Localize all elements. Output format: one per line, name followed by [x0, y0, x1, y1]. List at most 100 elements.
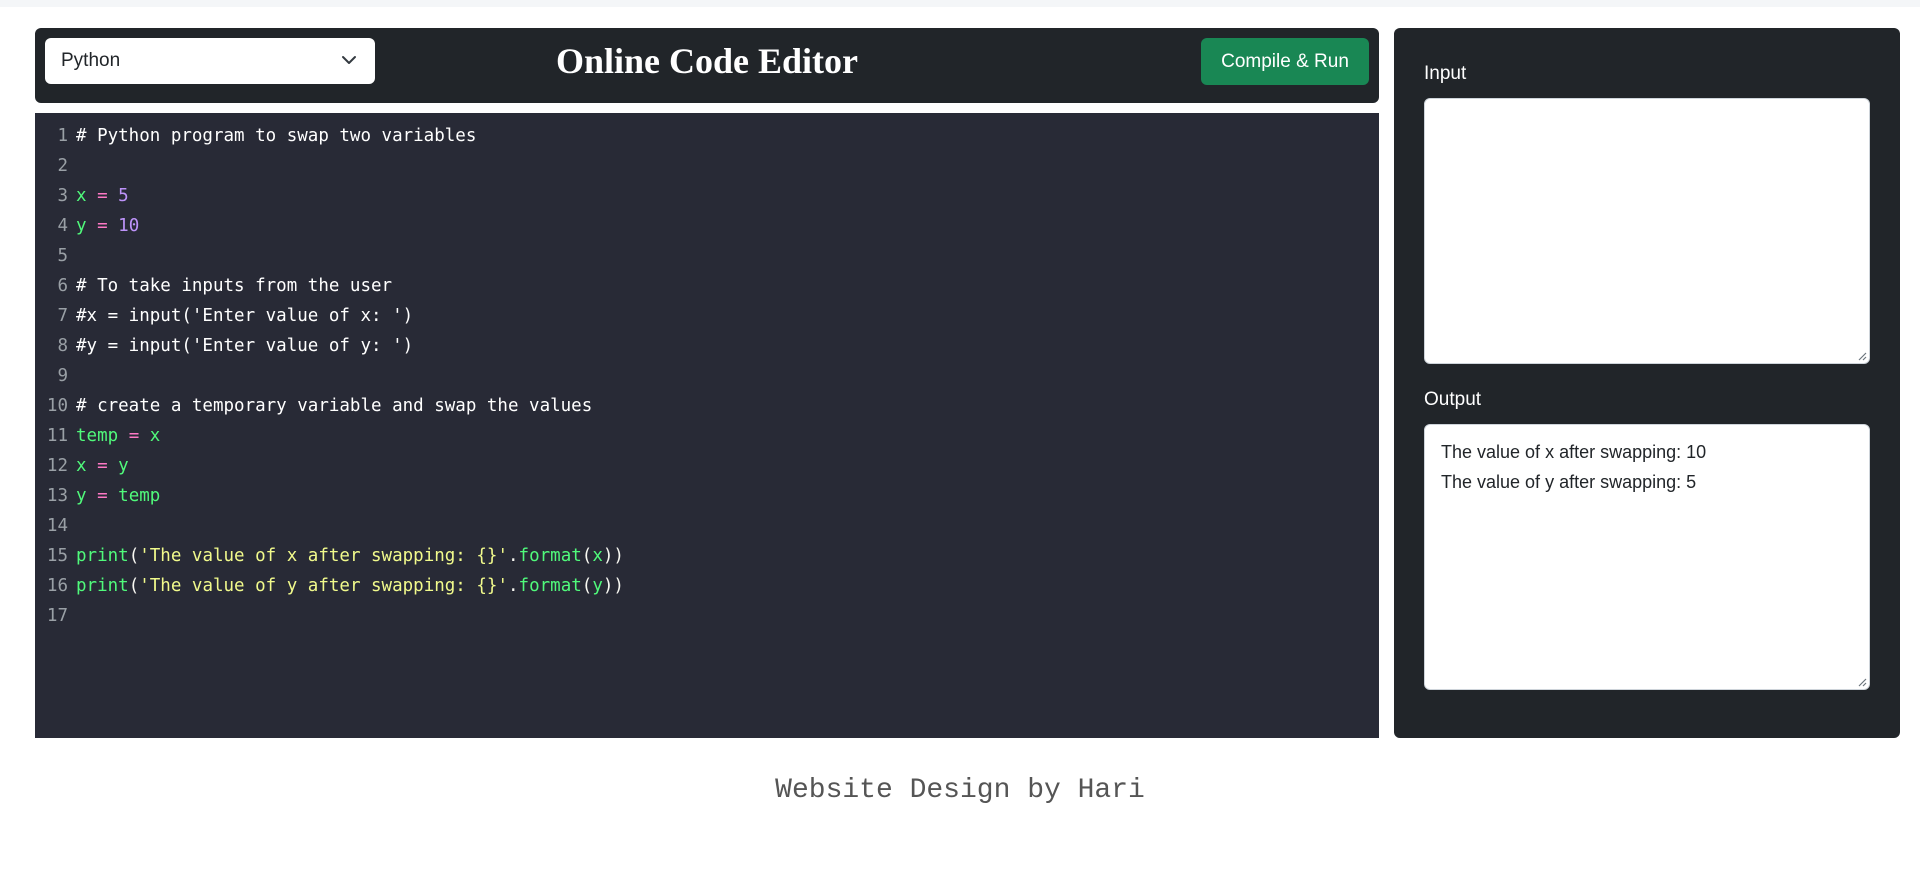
- code-line: 2: [35, 151, 1379, 181]
- code-line: 8 #y = input('Enter value of y: '): [35, 331, 1379, 361]
- code-line: 1 # Python program to swap two variables: [35, 121, 1379, 151]
- code-token: =: [86, 186, 119, 206]
- line-number: 5: [57, 246, 68, 266]
- line-source: temp = x: [76, 421, 160, 451]
- top-strip: [0, 0, 1920, 7]
- line-number: 14: [46, 516, 68, 536]
- code-token: y: [76, 486, 87, 506]
- line-source: #x = input('Enter value of x: '): [76, 301, 413, 331]
- code-token: y: [592, 576, 603, 596]
- code-token: )): [602, 576, 624, 596]
- code-line: 16 print('The value of y after swapping: …: [35, 571, 1379, 601]
- line-number: 10: [46, 396, 68, 416]
- resize-grip-icon[interactable]: [1855, 349, 1867, 361]
- code-token: format: [518, 576, 582, 596]
- line-number: 15: [46, 546, 68, 566]
- code-editor[interactable]: 1 # Python program to swap two variables 2…: [35, 113, 1379, 738]
- line-number: 11: [46, 426, 68, 446]
- line-number: 16: [46, 576, 68, 596]
- code-line: 10 # create a temporary variable and swap…: [35, 391, 1379, 421]
- line-source: print('The value of x after swapping: {}…: [76, 541, 624, 571]
- output-textarea[interactable]: The value of x after swapping: 10 The va…: [1424, 424, 1870, 690]
- code-token: format: [518, 546, 582, 566]
- line-number: 6: [57, 276, 68, 296]
- input-textarea[interactable]: [1424, 98, 1870, 364]
- code-token: #y = input('Enter value of y: '): [76, 336, 414, 356]
- line-source: # Python program to swap two variables: [76, 121, 476, 151]
- line-number: 4: [57, 216, 68, 236]
- line-source: x = y: [76, 451, 129, 481]
- chevron-down-icon: [342, 56, 356, 64]
- output-line: The value of x after swapping: 10: [1441, 442, 1707, 462]
- input-label: Input: [1424, 63, 1467, 84]
- code-token: x: [592, 546, 603, 566]
- line-number: 2: [57, 156, 68, 176]
- code-token: 10: [118, 216, 140, 236]
- compile-run-button[interactable]: Compile & Run: [1201, 38, 1369, 85]
- code-token: y: [76, 216, 87, 236]
- code-line: 4y = 10: [35, 211, 1379, 241]
- code-token: (: [128, 546, 140, 566]
- line-source: y = temp: [76, 481, 160, 511]
- code-token: print: [76, 576, 129, 596]
- code-lines: 1 # Python program to swap two variables 2…: [35, 121, 1379, 631]
- code-line: 11 temp = x: [35, 421, 1379, 451]
- editor-header: Python Online Code Editor Compile & Run: [35, 28, 1379, 103]
- code-token: =: [86, 456, 119, 476]
- resize-grip-icon[interactable]: [1855, 675, 1867, 687]
- code-token: 5: [118, 186, 129, 206]
- code-token: x: [149, 426, 161, 446]
- line-source: print('The value of y after swapping: {}…: [76, 571, 624, 601]
- code-token: x: [76, 456, 87, 476]
- line-number: 12: [46, 456, 68, 476]
- code-line: 12 x = y: [35, 451, 1379, 481]
- code-line: 3x = 5: [35, 181, 1379, 211]
- line-number: 9: [57, 366, 68, 386]
- code-line: 6 # To take inputs from the user: [35, 271, 1379, 301]
- line-number: 13: [46, 486, 68, 506]
- code-token: #x = input('Enter value of x: '): [76, 306, 414, 326]
- code-token: # create a temporary variable and swap t…: [76, 396, 593, 416]
- line-source: # To take inputs from the user: [76, 271, 392, 301]
- line-number: 3: [57, 186, 68, 206]
- code-line: 13 y = temp: [35, 481, 1379, 511]
- code-line: 14: [35, 511, 1379, 541]
- code-line: 15 print('The value of x after swapping: …: [35, 541, 1379, 571]
- code-line: 7 #x = input('Enter value of x: '): [35, 301, 1379, 331]
- output-line: The value of y after swapping: 5: [1441, 472, 1697, 492]
- line-source: x = 5: [76, 181, 129, 211]
- line-number: 1: [57, 126, 68, 146]
- output-label: Output: [1424, 389, 1482, 410]
- io-panel: Input Output The value of x after swappi…: [1394, 28, 1900, 738]
- code-token: 'The value of y after swapping: {}': [139, 576, 508, 596]
- footer-credit: Website Design by Hari: [775, 775, 1145, 806]
- code-token: print: [76, 546, 129, 566]
- line-source: y = 10: [76, 211, 139, 241]
- code-token: =: [118, 426, 150, 446]
- code-token: =: [86, 216, 119, 236]
- code-line: 17: [35, 601, 1379, 631]
- code-line: 9: [35, 361, 1379, 391]
- code-token: temp: [76, 426, 119, 446]
- code-token: (: [581, 576, 593, 596]
- code-token: .: [508, 546, 519, 566]
- code-token: 'The value of x after swapping: {}': [139, 546, 508, 566]
- code-token: )): [602, 546, 624, 566]
- code-token: y: [118, 456, 129, 476]
- line-number: 8: [57, 336, 68, 356]
- code-token: # To take inputs from the user: [76, 276, 393, 296]
- line-number: 7: [57, 306, 68, 326]
- code-token: (: [128, 576, 140, 596]
- line-source: # create a temporary variable and swap t…: [76, 391, 592, 421]
- code-token: (: [581, 546, 593, 566]
- code-line: 5: [35, 241, 1379, 271]
- line-number: 17: [46, 606, 68, 626]
- line-source: #y = input('Enter value of y: '): [76, 331, 413, 361]
- code-token: # Python program to swap two variables: [76, 126, 477, 146]
- code-token: x: [76, 186, 87, 206]
- language-select[interactable]: Python: [45, 38, 375, 84]
- code-token: .: [508, 576, 519, 596]
- code-token: temp: [118, 486, 161, 506]
- code-token: =: [86, 486, 119, 506]
- language-select-value: Python: [61, 50, 121, 71]
